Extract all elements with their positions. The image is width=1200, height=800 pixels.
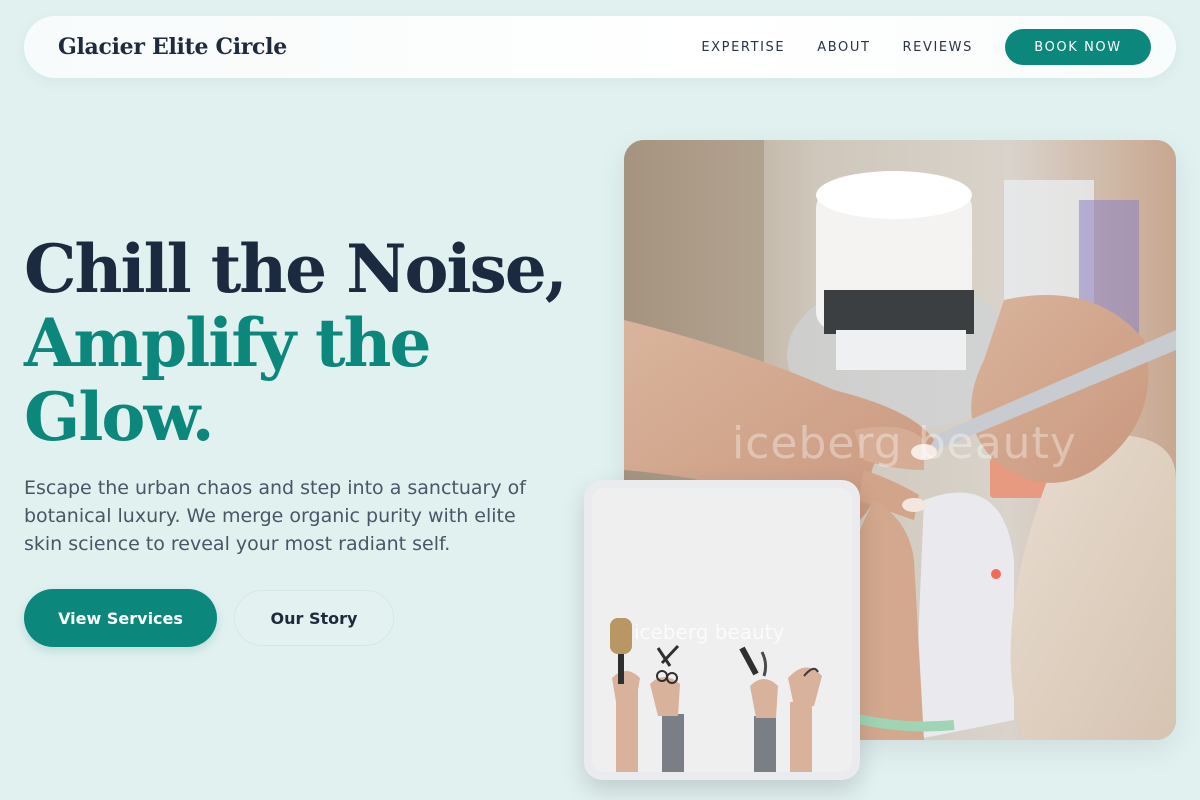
salon-tools-photo: iceberg beauty — [592, 488, 852, 772]
book-now-button[interactable]: BOOK NOW — [1005, 29, 1151, 65]
top-navigation: Glacier Elite Circle EXPERTISE ABOUT REV… — [24, 16, 1176, 78]
nav-link-about[interactable]: ABOUT — [817, 40, 870, 55]
our-story-button[interactable]: Our Story — [234, 590, 394, 646]
headline-line-1: Chill the Noise, — [24, 230, 568, 308]
hero-headline: Chill the Noise, Amplify the Glow. — [24, 232, 584, 454]
nav-link-expertise[interactable]: EXPERTISE — [701, 40, 785, 55]
nav-links: EXPERTISE ABOUT REVIEWS — [701, 40, 973, 55]
nav-link-reviews[interactable]: REVIEWS — [903, 40, 974, 55]
headline-line-2: Amplify the — [24, 304, 432, 382]
brand-logo[interactable]: Glacier Elite Circle — [58, 34, 287, 60]
view-services-button[interactable]: View Services — [24, 589, 217, 647]
hero-subtext: Escape the urban chaos and step into a s… — [24, 477, 526, 555]
card-image-watermark: iceberg beauty — [634, 620, 785, 644]
headline-line-3: Glow. — [24, 378, 215, 456]
tools-photo-card: iceberg beauty — [584, 480, 860, 780]
